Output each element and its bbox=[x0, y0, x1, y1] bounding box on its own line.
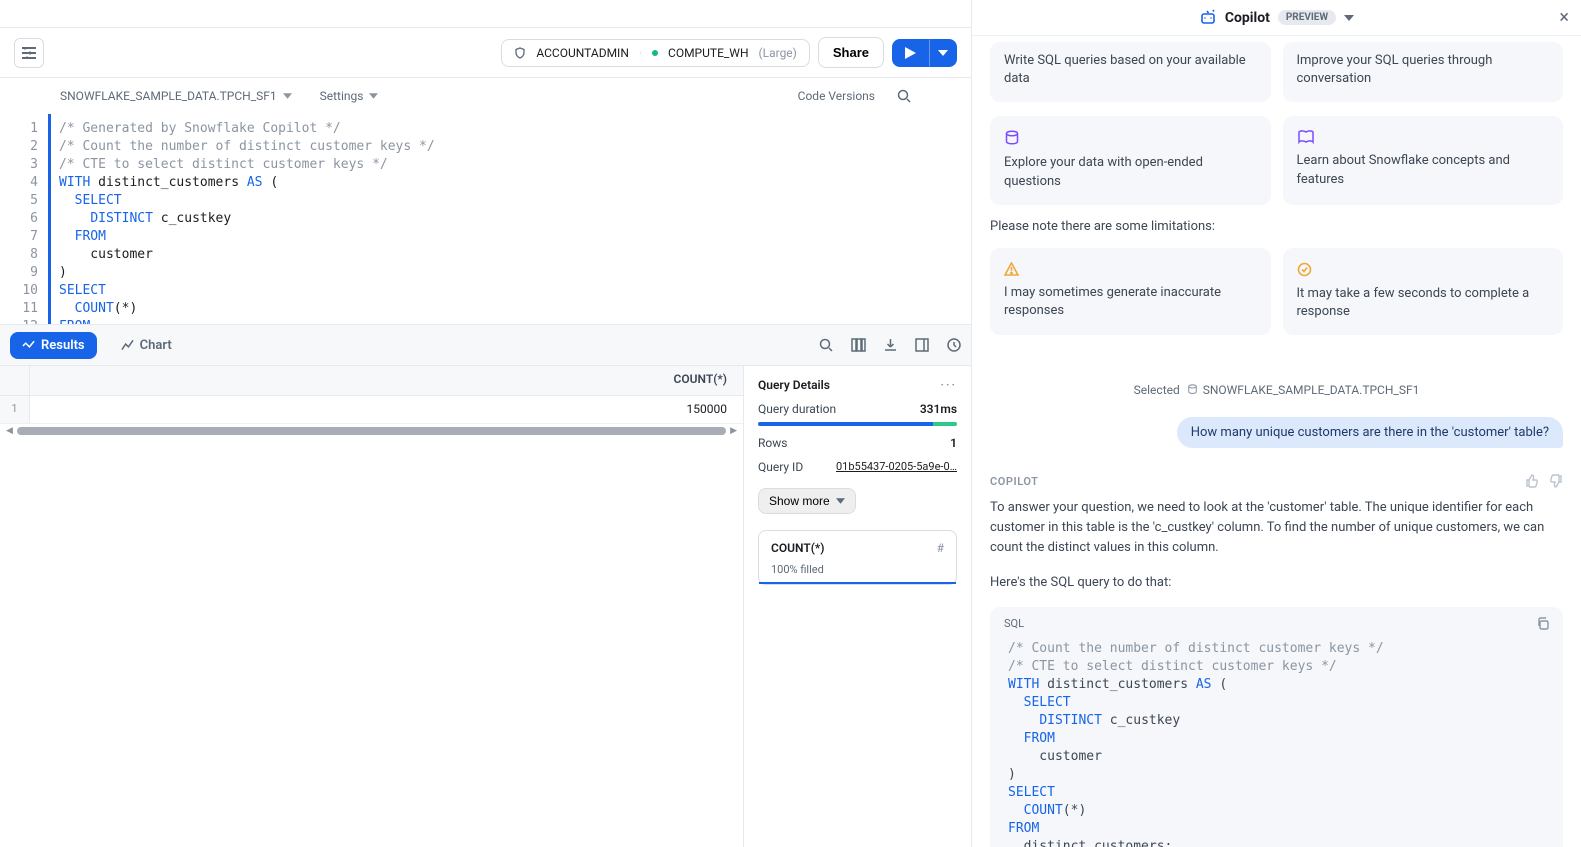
clock-icon[interactable] bbox=[947, 338, 961, 352]
copilot-sender-label: COPILOT bbox=[990, 475, 1039, 488]
database-crumb[interactable]: SNOWFLAKE_SAMPLE_DATA.TPCH_SF1 bbox=[60, 89, 292, 103]
close-button[interactable]: × bbox=[1559, 7, 1569, 28]
query-details-title: Query Details bbox=[758, 378, 830, 392]
code-versions-link[interactable]: Code Versions bbox=[798, 89, 875, 103]
database-icon bbox=[1004, 130, 1020, 146]
preview-badge: PREVIEW bbox=[1278, 10, 1336, 25]
sidebar-toggle-button[interactable] bbox=[14, 38, 44, 68]
sql-code-card: SQL /* Count the number of distinct cust… bbox=[990, 607, 1563, 847]
chevron-down-icon[interactable] bbox=[1344, 15, 1354, 21]
run-button[interactable] bbox=[892, 39, 929, 67]
duration-bar bbox=[758, 422, 957, 426]
results-icon bbox=[22, 339, 35, 351]
copilot-icon bbox=[1199, 9, 1217, 27]
sql-editor[interactable]: 12345678910111213 /* Generated by Snowfl… bbox=[0, 114, 971, 324]
results-grid[interactable]: COUNT(*) 1150000 ◀▶ bbox=[0, 366, 743, 847]
warehouse-size: (Large) bbox=[759, 46, 797, 60]
columns-icon[interactable] bbox=[851, 338, 866, 352]
database-icon bbox=[1187, 384, 1198, 395]
search-icon[interactable] bbox=[897, 89, 911, 103]
tab-results[interactable]: Results bbox=[10, 332, 97, 359]
limitations-note: Please note there are some limitations: bbox=[990, 219, 1563, 234]
column-stats-card: COUNT(*) # 100% filled bbox=[758, 530, 957, 585]
horizontal-scrollbar[interactable]: ◀▶ bbox=[0, 424, 743, 438]
search-icon[interactable] bbox=[819, 338, 833, 352]
tab-chart[interactable]: Chart bbox=[109, 332, 184, 359]
warning-icon bbox=[1004, 262, 1019, 276]
share-button[interactable]: Share bbox=[818, 37, 884, 68]
show-more-button[interactable]: Show more bbox=[758, 488, 856, 514]
copilot-title: Copilot bbox=[1225, 10, 1270, 26]
chevron-down-icon bbox=[283, 93, 292, 99]
download-icon[interactable] bbox=[884, 338, 897, 352]
copilot-answer-text: To answer your question, we need to look… bbox=[990, 498, 1563, 558]
copy-icon[interactable] bbox=[1536, 617, 1549, 630]
query-id-link[interactable]: 01b55437-0205-5a9e-0… bbox=[836, 460, 957, 474]
run-dropdown-button[interactable] bbox=[929, 39, 957, 67]
shield-icon bbox=[514, 47, 526, 59]
column-header[interactable]: COUNT(*) bbox=[30, 366, 743, 395]
thumbs-down-icon[interactable] bbox=[1549, 474, 1563, 488]
context-pill[interactable]: ACCOUNTADMIN · COMPUTE_WH (Large) bbox=[501, 39, 810, 67]
settings-dropdown[interactable]: Settings bbox=[320, 89, 379, 103]
thumbs-up-icon[interactable] bbox=[1525, 474, 1539, 488]
selected-context-chip: Selected SNOWFLAKE_SAMPLE_DATA.TPCH_SF1 bbox=[990, 383, 1563, 397]
more-icon[interactable]: ··· bbox=[940, 378, 957, 392]
book-icon bbox=[1297, 130, 1315, 144]
user-message: How many unique customers are there in t… bbox=[1177, 417, 1563, 448]
panel-icon[interactable] bbox=[915, 338, 929, 352]
chevron-down-icon bbox=[369, 93, 378, 99]
role-label: ACCOUNTADMIN bbox=[536, 46, 629, 60]
warehouse-label: COMPUTE_WH bbox=[668, 46, 749, 60]
clock-check-icon bbox=[1297, 262, 1312, 277]
chart-icon bbox=[121, 339, 134, 351]
chevron-down-icon bbox=[836, 498, 845, 504]
warehouse-status-dot bbox=[652, 50, 658, 56]
